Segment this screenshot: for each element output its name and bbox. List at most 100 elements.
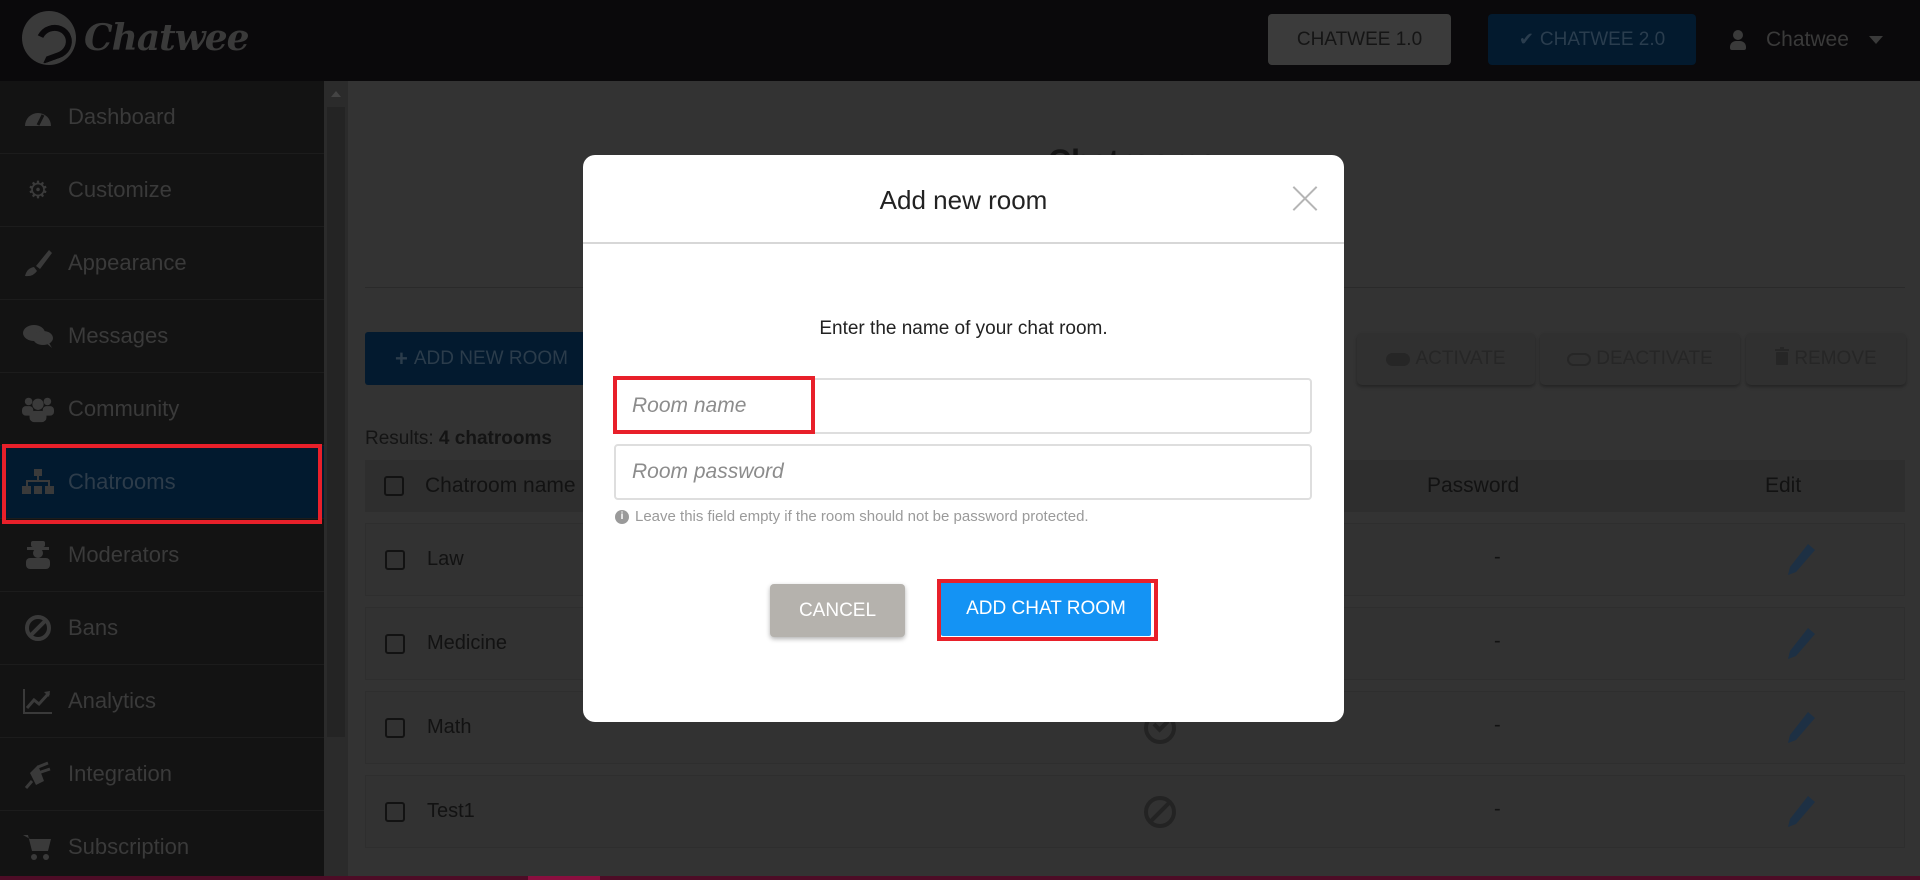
chatwee-logo[interactable]: Chatwee [22,10,250,66]
ban-icon [22,614,54,642]
column-password: Password [1427,474,1520,497]
sidebar-label: Appearance [68,250,187,275]
chatwee-1-button[interactable]: CHATWEE 1.0 [1268,14,1451,65]
room-password-input[interactable] [614,444,1312,500]
sidebar-label: Customize [68,177,172,202]
room-name-input[interactable] [614,378,1312,434]
user-icon [1730,29,1746,50]
sidebar-scrollbar[interactable] [324,81,348,876]
chatwee-1-label: CHATWEE 1.0 [1296,28,1423,50]
remove-button[interactable]: REMOVE [1746,333,1906,385]
sidebar-label: Subscription [68,834,190,859]
sidebar-label: Chatrooms [68,469,176,494]
sidebar-item-appearance[interactable]: Appearance [0,227,324,300]
users-icon [22,395,54,423]
toggle-on-icon [1386,352,1411,366]
paintbrush-icon [22,249,54,277]
sidebar-label: Dashboard [68,104,176,129]
add-chat-room-button[interactable]: ADD CHAT ROOM [941,581,1151,636]
edit-pencil-icon[interactable] [1786,794,1816,828]
scroll-up-arrow-icon[interactable] [331,91,341,97]
row-checkbox[interactable] [385,550,405,570]
activate-label: ACTIVATE [1415,348,1506,369]
gear-wrench-icon: ⚙ [27,176,49,204]
table-row: Test1 - [365,775,1905,848]
sidebar-label: Messages [68,323,169,348]
chatroom-name: Medicine [427,632,508,654]
check-icon: ✔ [1518,29,1534,49]
scrollbar-thumb[interactable] [327,107,345,737]
column-edit: Edit [1765,474,1802,497]
chatroom-name: Law [427,548,464,570]
sidebar-label: Integration [68,761,172,786]
add-room-modal: Add new room Enter the name of your chat… [583,155,1344,722]
close-icon[interactable] [1292,185,1318,211]
sidebar-item-community[interactable]: Community [0,373,324,446]
sidebar-label: Community [68,396,180,421]
deactivate-label: DEACTIVATE [1596,348,1713,369]
sidebar-item-chatrooms[interactable]: Chatrooms [0,446,324,519]
toggle-off-icon [1567,352,1592,366]
caret-down-icon [1868,35,1883,44]
remove-label: REMOVE [1794,348,1877,369]
activate-button[interactable]: ACTIVATE [1357,333,1535,385]
bottom-strip [0,876,1920,880]
sidebar-item-messages[interactable]: Messages [0,300,324,373]
plug-icon [22,760,54,789]
sidebar-item-moderators[interactable]: Moderators [0,519,324,592]
row-checkbox[interactable] [385,802,405,822]
add-new-room-button[interactable]: + ADD NEW ROOM [365,332,595,385]
chatroom-name: Math [427,716,472,738]
info-icon: i [615,509,629,524]
sidebar-label: Bans [68,615,119,640]
modal-description: Enter the name of your chat room. [819,318,1108,339]
hint-text: Leave this field empty if the room shoul… [635,508,1089,525]
modal-header: Add new room [583,155,1344,244]
sitemap-icon [22,468,54,496]
bottom-strip-segment [528,876,600,880]
tachometer-icon [22,103,54,131]
logo-mark-icon [22,11,76,65]
sidebar-item-bans[interactable]: Bans [0,592,324,665]
password-value: - [1494,798,1501,820]
edit-pencil-icon[interactable] [1786,710,1816,744]
user-menu[interactable]: Chatwee [1730,14,1883,65]
plus-icon: + [395,345,408,371]
trash-icon [1775,347,1790,371]
cancel-button[interactable]: CANCEL [770,584,905,637]
user-secret-icon [22,541,54,569]
sidebar: Dashboard ⚙ Customize Appearance Message… [0,81,324,876]
password-hint: i Leave this field empty if the room sho… [615,508,1089,525]
edit-pencil-icon[interactable] [1786,626,1816,660]
select-all-checkbox[interactable] [384,476,404,496]
chatwee-2-label: CHATWEE 2.0 [1539,28,1666,50]
chatwee-2-button[interactable]: ✔ CHATWEE 2.0 [1488,14,1696,65]
sidebar-label: Moderators [68,542,180,567]
cart-icon [22,833,54,861]
deactivate-button[interactable]: DEACTIVATE [1540,333,1740,385]
top-bar: Chatwee CHATWEE 1.0 ✔ CHATWEE 2.0 Chatwe… [0,0,1920,81]
edit-pencil-icon[interactable] [1786,542,1816,576]
modal-title: Add new room [879,185,1048,215]
row-checkbox[interactable] [385,718,405,738]
results-count: 4 chatrooms [438,428,552,449]
logo-text: Chatwee [84,17,250,59]
password-value: - [1494,546,1501,568]
column-chatroom-name[interactable]: Chatroom name [425,474,576,498]
sidebar-item-dashboard[interactable]: Dashboard [0,81,324,154]
sidebar-item-integration[interactable]: Integration [0,738,324,811]
results-prefix: Results: [365,428,434,449]
comments-icon [22,322,54,350]
sidebar-item-subscription[interactable]: Subscription [0,811,324,880]
user-name: Chatwee [1766,27,1849,51]
status-inactive-ban-icon[interactable] [1144,796,1176,828]
sidebar-item-analytics[interactable]: Analytics [0,665,324,738]
line-chart-icon [22,687,54,715]
sidebar-item-customize[interactable]: ⚙ Customize [0,154,324,227]
add-new-room-label: ADD NEW ROOM [413,347,568,369]
password-value: - [1494,630,1501,652]
row-checkbox[interactable] [385,634,405,654]
sidebar-label: Analytics [68,688,157,713]
results-summary: Results: 4 chatrooms [365,428,552,450]
chatroom-name: Test1 [427,800,475,822]
